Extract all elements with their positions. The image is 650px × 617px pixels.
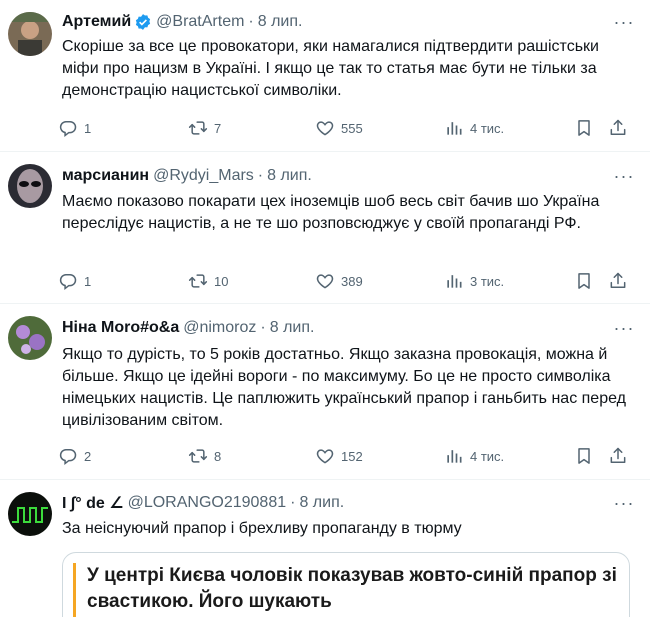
separator-dot: · <box>260 319 266 336</box>
like-button[interactable]: 555 <box>315 116 363 140</box>
card-title: У центрі Києва чоловік показував жовто-с… <box>87 565 617 612</box>
tweet-header: Ніна Моro#o&a @nimoroz · 8 лип. <box>62 317 314 339</box>
avatar[interactable] <box>8 164 52 208</box>
views-count: 4 тис. <box>470 448 505 464</box>
more-options-icon[interactable]: ··· <box>612 11 636 33</box>
tweet-actions: 1 7 555 4 тис. <box>58 116 638 140</box>
bookmark-button[interactable] <box>574 116 600 140</box>
tweet[interactable]: Артемий @BratArtem · 8 лип. ··· Скоріше … <box>0 0 650 152</box>
reply-icon <box>58 118 78 138</box>
reply-count: 1 <box>84 120 92 136</box>
share-icon <box>608 118 628 138</box>
author-handle[interactable]: @LORANGO2190881 <box>128 494 287 512</box>
like-count: 555 <box>341 120 363 136</box>
views-icon <box>444 118 464 138</box>
repost-icon <box>188 118 208 138</box>
author-handle[interactable]: @BratArtem <box>156 13 244 31</box>
tweet-time[interactable]: 8 лип. <box>267 167 312 185</box>
reply-count: 2 <box>84 448 92 464</box>
like-button[interactable]: 389 <box>315 269 363 293</box>
author-name[interactable]: Ніна Моro#o&a <box>62 319 179 337</box>
bookmark-icon <box>574 446 594 466</box>
tweet[interactable]: марсианин @Rydyi_Mars · 8 лип. ··· Маємо… <box>0 152 650 304</box>
card-accent-bar <box>73 563 76 617</box>
repost-button[interactable]: 8 <box>188 444 221 468</box>
reply-count: 1 <box>84 273 92 289</box>
views-icon <box>444 446 464 466</box>
repost-icon <box>188 446 208 466</box>
tweet-text: Маємо показово покарати цех іноземців шо… <box>62 193 600 232</box>
repost-count: 8 <box>214 448 222 464</box>
more-options-icon[interactable]: ··· <box>612 317 636 339</box>
bookmark-icon <box>574 271 594 291</box>
share-icon <box>608 271 628 291</box>
author-name[interactable]: I ∫° de ∠ <box>62 493 124 513</box>
views-count: 3 тис. <box>470 273 505 289</box>
separator-dot: · <box>290 494 296 511</box>
separator-dot: · <box>257 167 264 184</box>
share-button[interactable] <box>608 116 634 140</box>
repost-button[interactable]: 10 <box>188 269 228 293</box>
more-options-icon[interactable]: ··· <box>612 165 636 187</box>
tweet-text: За неіснуючий прапор і брехливу пропаган… <box>62 520 462 537</box>
author-handle[interactable]: @Rydyi_Mars <box>153 167 254 185</box>
tweet-time[interactable]: 8 лип. <box>258 13 303 31</box>
tweet-actions: 1 10 389 3 тис. <box>58 269 638 293</box>
tweet-actions: 2 8 152 4 тис. <box>58 444 638 468</box>
views-icon <box>444 271 464 291</box>
reply-button[interactable]: 1 <box>58 269 91 293</box>
bookmark-button[interactable] <box>574 269 600 293</box>
views-button[interactable]: 4 тис. <box>444 116 504 140</box>
bookmark-button[interactable] <box>574 444 600 468</box>
tweet-time[interactable]: 8 лип. <box>270 319 315 337</box>
author-name[interactable]: Артемий <box>62 13 131 31</box>
reply-button[interactable]: 2 <box>58 444 91 468</box>
share-button[interactable] <box>608 269 634 293</box>
reply-button[interactable]: 1 <box>58 116 91 140</box>
views-button[interactable]: 3 тис. <box>444 269 504 293</box>
link-card[interactable]: У центрі Києва чоловік показував жовто-с… <box>62 552 630 617</box>
like-count: 389 <box>341 273 363 289</box>
author-handle[interactable]: @nimoroz <box>183 319 256 337</box>
separator-dot: · <box>248 13 254 30</box>
tweet-text: Скоріше за все це провокатори, яки намаг… <box>62 38 599 99</box>
share-icon <box>608 446 628 466</box>
like-count: 152 <box>341 448 363 464</box>
tweet[interactable]: Ніна Моro#o&a @nimoroz · 8 лип. ··· Якщо… <box>0 304 650 480</box>
reply-icon <box>58 271 78 291</box>
reply-icon <box>58 446 78 466</box>
bookmark-icon <box>574 118 594 138</box>
tweet-time[interactable]: 8 лип. <box>299 494 344 512</box>
like-icon <box>315 271 335 291</box>
author-name[interactable]: марсианин <box>62 167 149 185</box>
tweet-header: Артемий @BratArtem · 8 лип. <box>62 11 302 33</box>
repost-count: 7 <box>214 120 222 136</box>
repost-icon <box>188 271 208 291</box>
like-icon <box>315 446 335 466</box>
views-button[interactable]: 4 тис. <box>444 444 504 468</box>
like-icon <box>315 118 335 138</box>
tweet-text: Якщо то дурість, то 5 років достатньо. Я… <box>62 346 626 429</box>
tweet-header: марсианин @Rydyi_Mars · 8 лип. <box>62 165 312 187</box>
verified-badge-icon <box>134 13 152 31</box>
more-options-icon[interactable]: ··· <box>612 492 636 514</box>
avatar[interactable] <box>8 492 52 536</box>
views-count: 4 тис. <box>470 120 505 136</box>
repost-button[interactable]: 7 <box>188 116 221 140</box>
share-button[interactable] <box>608 444 634 468</box>
repost-count: 10 <box>214 273 229 289</box>
tweet-header: I ∫° de ∠ @LORANGO2190881 · 8 лип. <box>62 492 344 514</box>
like-button[interactable]: 152 <box>315 444 363 468</box>
avatar[interactable] <box>8 316 52 360</box>
avatar[interactable] <box>8 12 52 56</box>
